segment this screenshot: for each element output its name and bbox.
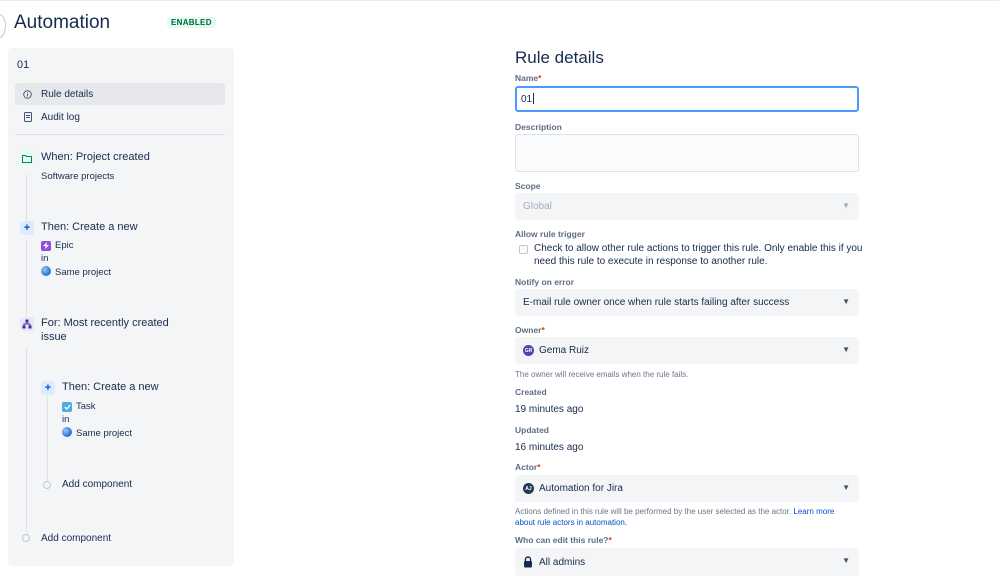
nav-label: Audit log xyxy=(41,111,80,123)
form-title: Rule details xyxy=(515,48,604,67)
created-label: Created xyxy=(515,387,547,397)
add-component-inner[interactable]: Add component xyxy=(62,479,132,490)
scope-label: Scope xyxy=(515,181,541,191)
rule-panel: 01 Rule details Audit log When: Project … xyxy=(8,48,234,566)
description-input[interactable] xyxy=(515,134,859,172)
nav-divider xyxy=(15,134,225,135)
owner-avatar: GR xyxy=(523,345,534,356)
nav-rule-details[interactable]: Rule details xyxy=(15,83,225,105)
connector-line xyxy=(47,396,48,481)
top-divider xyxy=(0,0,999,1)
project-label: Same project xyxy=(41,266,111,278)
back-button[interactable] xyxy=(0,14,6,38)
connector-line xyxy=(26,174,27,224)
chevron-down-icon: ▼ xyxy=(842,345,850,354)
learn-more-link-cont[interactable]: about rule actors in automation. xyxy=(515,518,627,527)
who-can-edit-label: Who can edit this rule?* xyxy=(515,535,612,545)
connector-line xyxy=(26,348,27,534)
info-icon xyxy=(23,89,32,99)
learn-more-link[interactable]: Learn more xyxy=(793,507,834,516)
name-value: 01 xyxy=(521,94,533,105)
project-label: Same project xyxy=(62,427,132,439)
issue-type-epic: Epic xyxy=(41,240,73,251)
name-label: Name* xyxy=(515,73,542,83)
notify-value: E-mail rule owner once when rule starts … xyxy=(523,297,790,308)
add-component-dot xyxy=(43,481,51,489)
page-title: Automation xyxy=(14,12,111,33)
in-label: in xyxy=(41,253,49,264)
owner-help: The owner will receive emails when the r… xyxy=(515,370,689,379)
allow-trigger-label: Allow rule trigger xyxy=(515,229,585,239)
notify-label: Notify on error xyxy=(515,277,575,287)
document-icon xyxy=(23,112,32,122)
plus-icon: + xyxy=(41,381,55,395)
project-avatar-icon xyxy=(41,266,51,276)
project-avatar-icon xyxy=(62,427,72,437)
rule-name: 01 xyxy=(17,59,30,71)
plus-icon: + xyxy=(20,221,34,235)
allow-trigger-text: Check to allow other rule actions to tri… xyxy=(534,243,863,267)
name-input[interactable]: 01 xyxy=(515,86,859,112)
issue-type-task: Task xyxy=(62,401,96,412)
add-component-dot xyxy=(22,534,30,542)
folder-icon xyxy=(20,151,34,165)
trigger-title[interactable]: When: Project created xyxy=(41,151,150,163)
owner-label: Owner* xyxy=(515,325,545,335)
who-can-edit-select[interactable]: All admins ▼ xyxy=(515,548,859,576)
who-can-edit-value: All admins xyxy=(539,556,586,568)
action-title[interactable]: Then: Create a new xyxy=(62,381,159,393)
updated-label: Updated xyxy=(515,425,549,435)
scope-select[interactable]: Global ▼ xyxy=(515,193,859,220)
lock-icon xyxy=(523,556,533,568)
branch-title-line1[interactable]: For: Most recently created xyxy=(41,317,169,329)
epic-icon xyxy=(41,240,51,251)
actor-select[interactable]: AJ Automation for Jira ▼ xyxy=(515,475,859,502)
add-component-outer[interactable]: Add component xyxy=(41,533,111,544)
connector-line xyxy=(26,240,27,320)
branch-title-line2[interactable]: issue xyxy=(41,331,67,343)
description-label: Description xyxy=(515,122,562,132)
chevron-down-icon: ▼ xyxy=(842,483,850,492)
trigger-subtitle: Software projects xyxy=(41,171,115,182)
in-label: in xyxy=(62,414,70,425)
created-value: 19 minutes ago xyxy=(515,404,584,415)
owner-value: Gema Ruiz xyxy=(539,345,590,356)
chevron-down-icon: ▼ xyxy=(842,297,850,306)
actor-help: Actions defined in this rule will be per… xyxy=(515,507,835,527)
allow-trigger-checkbox[interactable] xyxy=(519,245,528,254)
nav-audit-log[interactable]: Audit log xyxy=(15,106,225,128)
chevron-down-icon: ▼ xyxy=(842,556,850,565)
chevron-down-icon: ▼ xyxy=(842,201,850,210)
notify-select[interactable]: E-mail rule owner once when rule starts … xyxy=(515,289,859,316)
scope-value: Global xyxy=(523,201,552,212)
task-icon xyxy=(62,402,72,412)
actor-avatar: AJ xyxy=(523,483,534,494)
updated-value: 16 minutes ago xyxy=(515,442,584,453)
nav-label: Rule details xyxy=(41,88,94,100)
action-title[interactable]: Then: Create a new xyxy=(41,221,138,233)
actor-value: Automation for Jira xyxy=(539,483,623,494)
owner-select[interactable]: GR Gema Ruiz ▼ xyxy=(515,337,859,364)
branch-icon xyxy=(20,317,34,331)
status-badge: ENABLED xyxy=(167,17,216,28)
actor-label: Actor* xyxy=(515,462,541,472)
